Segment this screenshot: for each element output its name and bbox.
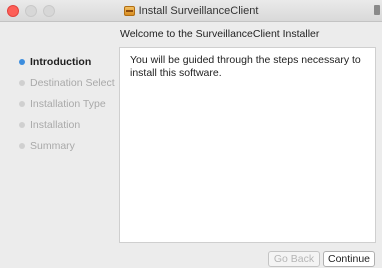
package-icon	[123, 6, 135, 16]
step-label: Installation	[30, 119, 81, 131]
close-window-button[interactable]	[7, 5, 19, 17]
step-label: Summary	[30, 140, 75, 152]
intro-text: You will be guided through the steps nec…	[130, 54, 361, 79]
step-introduction: Introduction	[0, 53, 118, 71]
step-bullet-icon	[19, 101, 25, 107]
step-bullet-icon	[19, 143, 25, 149]
continue-button[interactable]: Continue	[323, 251, 375, 267]
step-summary: Summary	[0, 137, 118, 155]
step-label: Introduction	[30, 56, 92, 68]
window-title-wrap: Install SurveillanceClient	[0, 0, 382, 22]
step-label: Installation Type	[30, 98, 106, 110]
step-destination-select: Destination Select	[0, 74, 118, 92]
step-installation: Installation	[0, 116, 118, 134]
installer-steps-sidebar: Introduction Destination Select Installa…	[0, 50, 118, 158]
step-label: Destination Select	[30, 77, 115, 89]
lock-icon	[374, 5, 380, 15]
content-panel: You will be guided through the steps nec…	[119, 47, 376, 243]
step-installation-type: Installation Type	[0, 95, 118, 113]
window-title: Install SurveillanceClient	[138, 5, 259, 17]
step-bullet-icon	[19, 80, 25, 86]
maximize-window-button[interactable]	[43, 5, 55, 17]
minimize-window-button[interactable]	[25, 5, 37, 17]
step-bullet-icon	[19, 59, 25, 65]
step-bullet-icon	[19, 122, 25, 128]
title-bar[interactable]: Install SurveillanceClient	[0, 0, 382, 22]
go-back-button[interactable]: Go Back	[268, 251, 320, 267]
installer-window: Install SurveillanceClient Welcome to th…	[0, 0, 382, 268]
installer-header: Welcome to the SurveillanceClient Instal…	[120, 28, 320, 40]
